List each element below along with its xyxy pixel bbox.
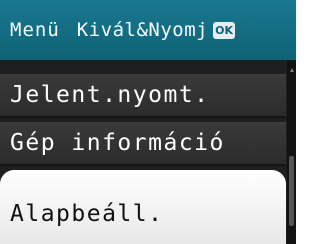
menu-item-initial-setup[interactable]: Alapbeáll. (0, 170, 286, 244)
menu-item-machine-info[interactable]: Gép információ (0, 122, 286, 166)
ok-key-icon: OK (213, 21, 236, 39)
menu-list: Jelent.nyomt. Gép információ Alapbeáll. (0, 60, 287, 244)
menu-header: Menü Kivál&Nyomj OK (0, 0, 296, 60)
menu-title: Menü (10, 19, 60, 41)
scroll-up-icon[interactable] (290, 68, 294, 72)
scroll-thumb[interactable] (289, 156, 294, 226)
lcd-screen: Menü Kivál&Nyomj OK Jelent.nyomt. Gép in… (0, 0, 296, 244)
menu-item-report-print[interactable]: Jelent.nyomt. (0, 74, 286, 118)
menu-scrollbar[interactable] (287, 60, 296, 244)
select-and-press-hint: Kivál&Nyomj (76, 19, 209, 41)
